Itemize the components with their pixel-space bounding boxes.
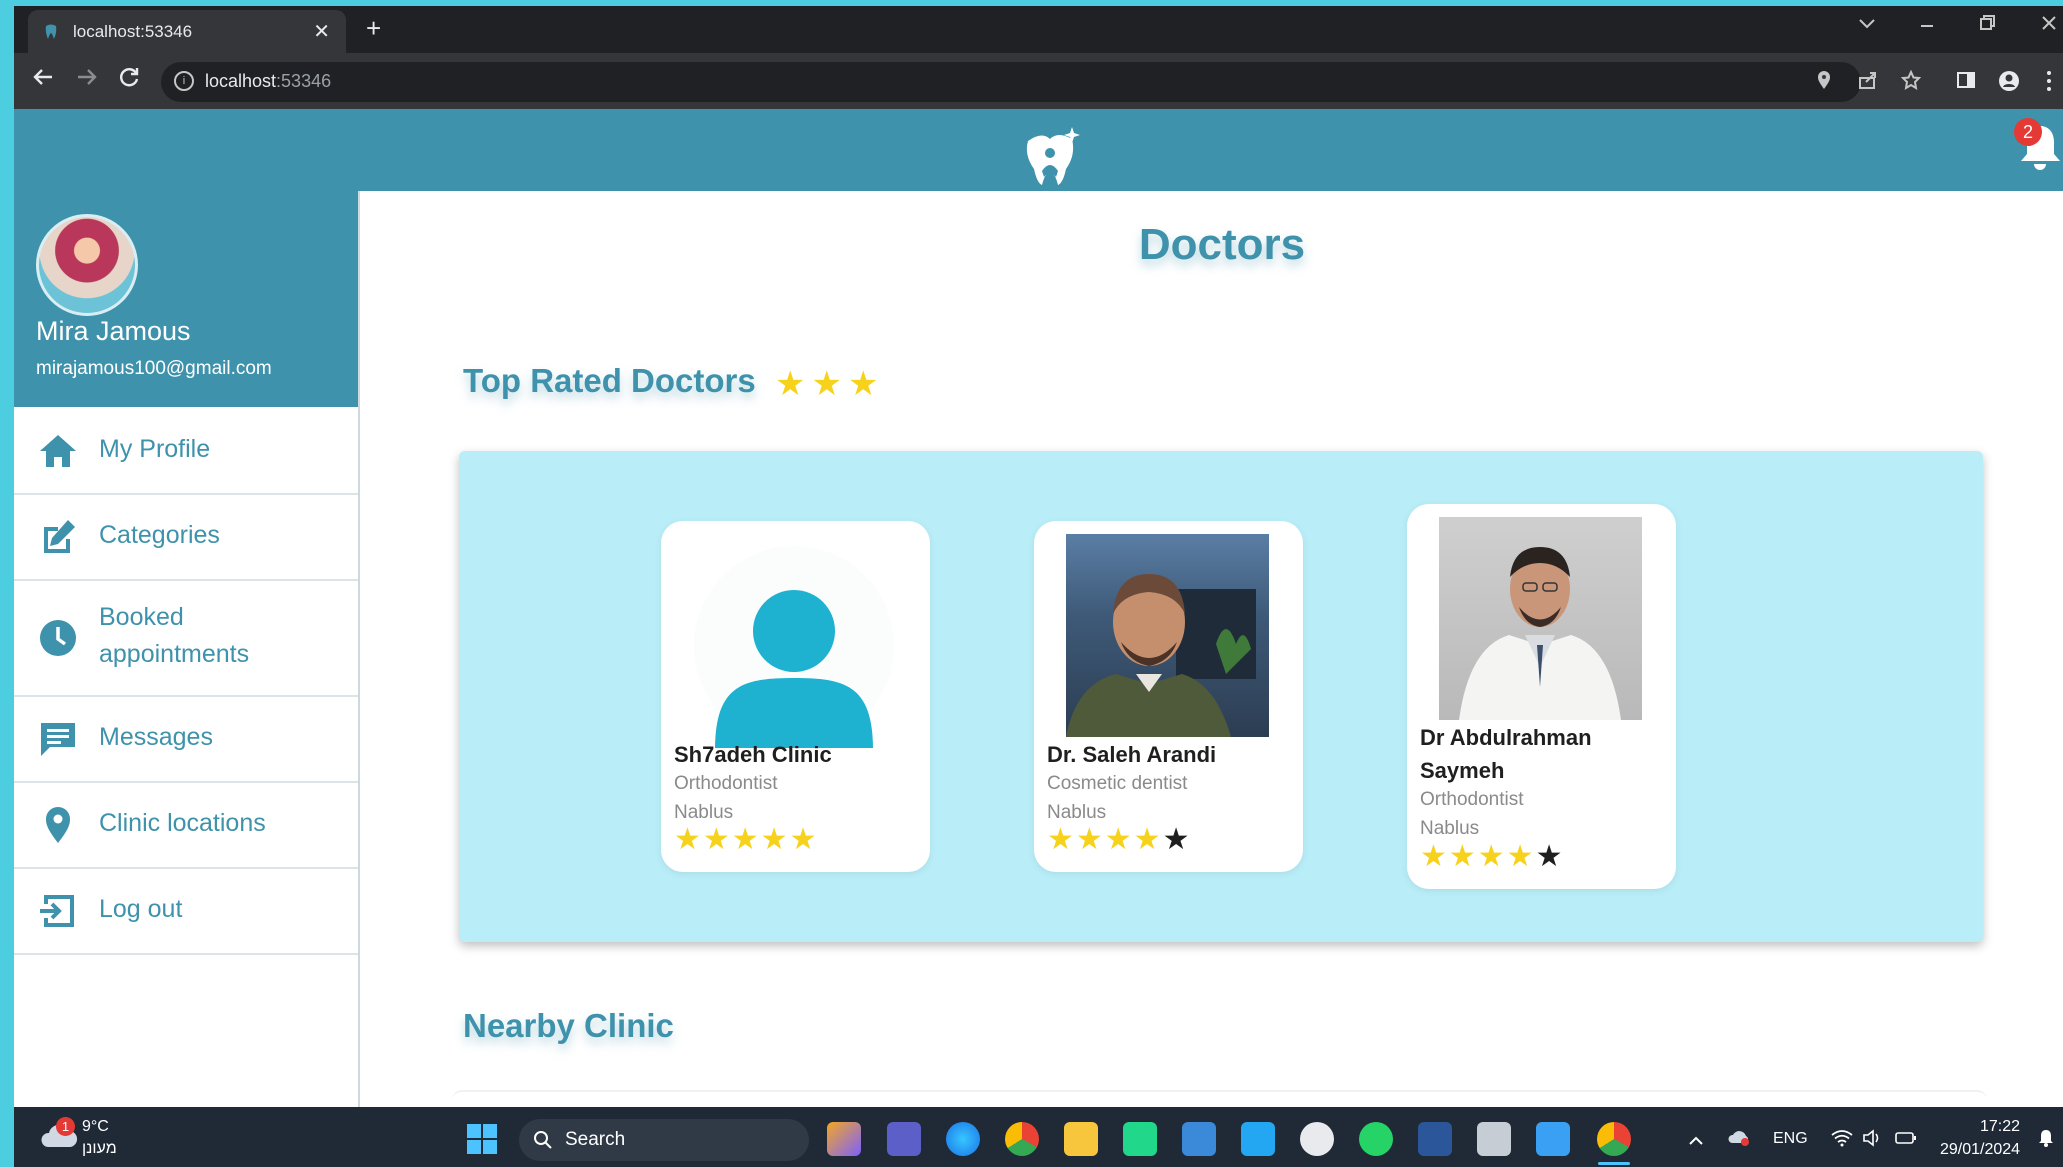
onedrive-icon[interactable] [1727,1128,1751,1151]
sidebar-item-label: Clinic locations [99,809,266,837]
minimize-icon[interactable] [1918,14,1936,37]
sidebar-item-label: Categories [99,521,220,549]
doctor-photo [1439,517,1642,720]
taskbar-notification-bell-icon[interactable] [2036,1128,2056,1153]
sidebar-item-messages[interactable]: Messages [14,697,358,783]
doctor-city: Nablus [674,802,734,823]
pycharm-app-icon[interactable] [1123,1122,1157,1156]
bookmark-star-icon[interactable] [1900,69,1922,96]
url-text: localhost:53346 [205,71,332,91]
user-email: mirajamous100@gmail.com [36,358,272,379]
address-bar[interactable]: i localhost:53346 [161,62,1861,102]
profile-icon[interactable] [1998,70,2020,98]
notification-badge: 2 [2014,118,2042,146]
back-arrow-icon[interactable] [32,66,54,95]
chevron-up-icon[interactable] [1688,1132,1704,1150]
doctor-specialty: Orthodontist [674,773,778,794]
page-title: Doctors [1138,220,1306,269]
rating-stars: ★★★★★ [1420,840,1565,873]
doctor-specialty: Orthodontist [1420,789,1524,810]
photos-app-icon[interactable] [1536,1122,1570,1156]
clock-icon [40,620,76,656]
doctor-name-line2: Saymeh [1420,758,1505,783]
doctor-card[interactable]: Dr. Saleh Arandi Cosmetic dentist Nablus… [1034,521,1303,872]
rating-stars: ★★★★★ [674,823,819,856]
doctor-photo [1066,534,1269,737]
weather-temp: 9°C [82,1118,109,1135]
whatsapp-app-icon[interactable] [1359,1122,1393,1156]
sidebar-item-categories[interactable]: Categories [14,495,358,581]
clock-time[interactable]: 17:22 [1980,1118,2020,1136]
doctor-city: Nablus [1420,818,1480,839]
tab-title: localhost:53346 [73,22,193,41]
tab-close-icon[interactable]: ✕ [313,19,330,44]
active-app-indicator [1598,1162,1630,1165]
forward-arrow-icon[interactable] [76,66,98,95]
avatar[interactable] [36,214,138,316]
tooth-favicon-icon [44,24,58,40]
language-indicator[interactable]: ENG [1773,1130,1808,1148]
battery-icon[interactable] [1894,1129,1918,1152]
file-explorer-app-icon[interactable] [1064,1122,1098,1156]
weather-desc: מעונן [82,1140,117,1157]
doctor-card[interactable]: Sh7adeh Clinic Orthodontist Nablus ★★★★★ [661,521,930,872]
edge-app-icon[interactable] [946,1122,980,1156]
doctor-name: Dr Abdulrahman [1420,725,1592,750]
sidebar-item-log-out[interactable]: Log out [14,869,358,955]
sidebar-item-label: Log out [99,895,183,923]
rating-stars: ★★★★★ [1047,823,1192,856]
windows-start-icon[interactable] [466,1123,498,1160]
copilot-app-icon[interactable] [827,1122,861,1156]
default-user-avatar-icon [693,545,896,750]
section-title-nearby-clinic: Nearby Clinic [463,1007,674,1044]
chrome-app-icon[interactable] [1597,1122,1631,1156]
browser-tab[interactable]: localhost:53346 ✕ [28,10,346,53]
sidebar-item-label: Messages [99,723,213,751]
doctor-card[interactable]: Dr Abdulrahman Saymeh Orthodontist Nablu… [1407,504,1676,889]
sidebar-item-clinic-locations[interactable]: Clinic locations [14,783,358,869]
browser-menu-icon[interactable] [2046,70,2052,98]
sidebar-item-label-line2: appointments [99,640,250,668]
weather-badge: 1 [56,1117,75,1136]
sidebar-item-label: My Profile [99,435,211,463]
star-icon-group: ★★★ [775,365,885,403]
restore-icon[interactable] [1978,14,1996,37]
sidebar-item-booked-appointments[interactable]: Booked appointments [14,581,358,697]
location-pin-icon [46,807,70,843]
snipping-tool-app-icon[interactable] [1477,1122,1511,1156]
doctor-name: Sh7adeh Clinic [674,742,832,767]
tab-search-chevron-icon[interactable] [1858,14,1876,35]
window-close-icon[interactable] [2040,14,2058,37]
sidebar-item-my-profile[interactable]: My Profile [14,409,358,495]
new-tab-button[interactable]: + [366,13,381,44]
tooth-logo-icon [1018,125,1082,189]
share-icon[interactable] [1858,70,1878,96]
clock-date[interactable]: 29/01/2024 [1940,1141,2020,1159]
vscode-app-icon[interactable] [1241,1122,1275,1156]
chrome-profile-app-icon[interactable] [1005,1122,1039,1156]
home-icon [40,435,76,467]
word-app-icon[interactable] [1418,1122,1452,1156]
taskbar-search[interactable]: Search [519,1119,809,1161]
sidebar-item-label: Booked [99,603,184,631]
app-icon[interactable] [1300,1122,1334,1156]
mail-app-icon[interactable] [1182,1122,1216,1156]
site-info-icon[interactable]: i [174,71,194,91]
message-icon [41,723,75,756]
volume-icon[interactable] [1862,1129,1882,1152]
location-icon[interactable] [1816,70,1832,96]
logout-icon [40,895,74,927]
edit-icon [44,520,75,553]
search-label: Search [565,1129,626,1150]
teams-app-icon[interactable] [887,1122,921,1156]
reload-icon[interactable] [118,66,140,95]
side-panel-icon[interactable] [1956,70,1976,96]
user-name: Mira Jamous [36,316,191,346]
search-icon [534,1131,552,1149]
doctor-specialty: Cosmetic dentist [1047,773,1188,794]
doctor-city: Nablus [1047,802,1107,823]
doctor-name: Dr. Saleh Arandi [1047,742,1217,767]
wifi-icon[interactable] [1831,1129,1853,1152]
section-title-top-rated: Top Rated Doctors [463,362,756,399]
